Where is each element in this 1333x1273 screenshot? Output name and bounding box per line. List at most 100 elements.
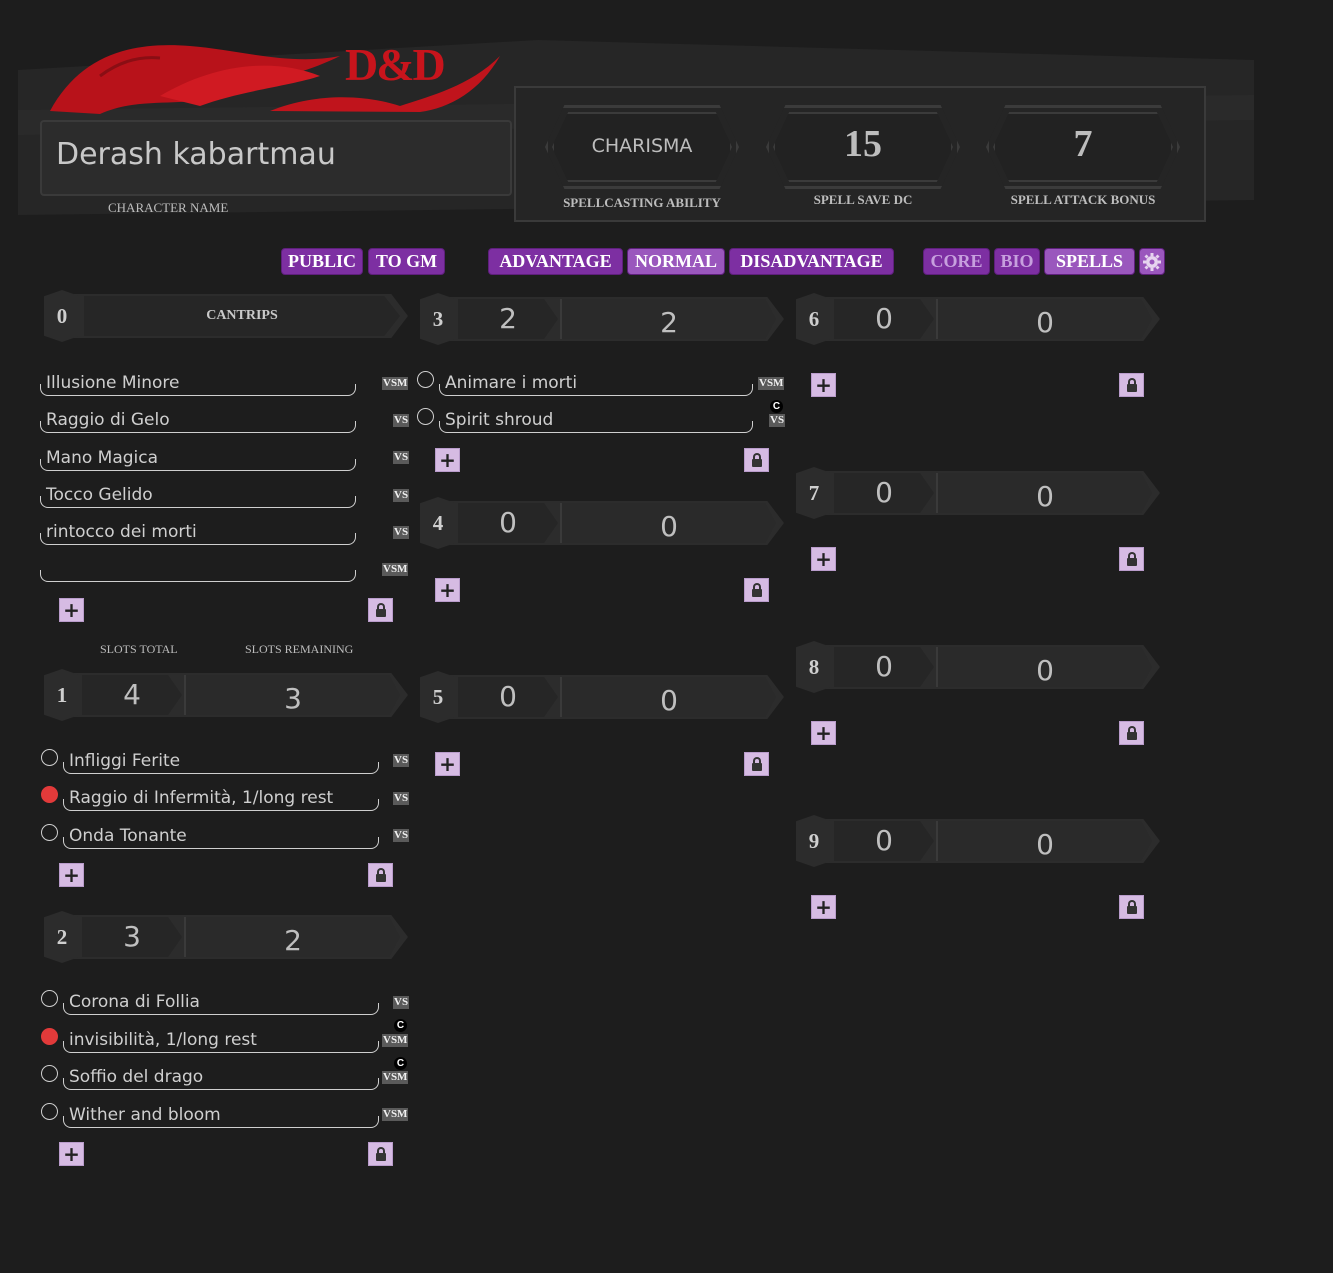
prepared-toggle[interactable]: [417, 371, 434, 388]
lock-icon[interactable]: [1119, 547, 1144, 571]
normal-button[interactable]: NORMAL: [627, 248, 725, 275]
concentration-badge: C: [394, 1019, 407, 1032]
cantrip-row[interactable]: rintocco dei morti: [40, 519, 356, 545]
spell-name[interactable]: Tocco Gelido: [46, 485, 153, 505]
to-gm-button[interactable]: TO GM: [368, 248, 445, 275]
add-spell-button[interactable]: +: [59, 863, 84, 887]
spell-name[interactable]: Corona di Follia: [69, 992, 200, 1012]
cantrip-row[interactable]: Raggio di Gelo: [40, 407, 356, 433]
spell-name[interactable]: Wither and bloom: [69, 1105, 221, 1125]
spell-name[interactable]: Infliggi Ferite: [69, 751, 180, 771]
add-spell-button[interactable]: +: [59, 1142, 84, 1166]
components-badge: VS: [393, 526, 410, 539]
spell-row[interactable]: Wither and bloom: [63, 1102, 379, 1128]
spell-name[interactable]: Raggio di Infermità, 1/long rest: [69, 788, 333, 808]
slots-total[interactable]: 0: [834, 647, 934, 687]
cantrips-level: 0: [44, 290, 80, 342]
add-spell-button[interactable]: +: [811, 721, 836, 745]
dnd-logo: D&D: [345, 39, 446, 90]
slots-remaining[interactable]: 0: [936, 647, 1152, 687]
cantrip-row[interactable]: [40, 556, 356, 582]
spell-name[interactable]: Mano Magica: [46, 448, 158, 468]
add-cantrip-button[interactable]: +: [59, 598, 84, 622]
lock-icon[interactable]: [744, 752, 769, 776]
slots-remaining[interactable]: 0: [936, 299, 1152, 339]
prepared-toggle[interactable]: [41, 1065, 58, 1082]
spell-row[interactable]: Onda Tonante: [63, 823, 379, 849]
spell-save-dc-label: SPELL SAVE DC: [813, 192, 913, 207]
components-badge: VS: [393, 996, 410, 1009]
add-spell-button[interactable]: +: [435, 578, 460, 602]
lock-icon[interactable]: [368, 598, 393, 622]
prepared-toggle[interactable]: [41, 824, 58, 841]
cantrips-title: CANTRIPS: [84, 296, 400, 336]
tab-bio[interactable]: BIO: [994, 248, 1040, 275]
spell-row[interactable]: Raggio di Infermità, 1/long rest: [63, 785, 379, 811]
add-spell-button[interactable]: +: [811, 895, 836, 919]
tab-spells[interactable]: SPELLS: [1044, 248, 1135, 275]
slots-remaining[interactable]: 2: [560, 299, 776, 339]
spell-row[interactable]: Soffio del drago: [63, 1064, 379, 1090]
prepared-toggle[interactable]: [41, 786, 58, 803]
spell-name[interactable]: invisibilità, 1/long rest: [69, 1030, 257, 1050]
spell-name[interactable]: Raggio di Gelo: [46, 410, 170, 430]
lock-icon[interactable]: [1119, 373, 1144, 397]
lock-icon[interactable]: [1119, 895, 1144, 919]
lock-icon[interactable]: [744, 448, 769, 472]
components-badge: VS: [393, 829, 410, 842]
slots-total[interactable]: 3: [82, 917, 182, 957]
slots-total[interactable]: 0: [834, 473, 934, 513]
gear-icon[interactable]: [1139, 248, 1165, 275]
spell-attack-bonus-value: 7: [1073, 123, 1093, 165]
slots-remaining[interactable]: 0: [936, 821, 1152, 861]
slots-remaining[interactable]: 0: [560, 503, 776, 543]
prepared-toggle[interactable]: [41, 990, 58, 1007]
spell-row[interactable]: Corona di Follia: [63, 989, 379, 1015]
spell-name[interactable]: Soffio del drago: [69, 1067, 203, 1087]
slots-remaining[interactable]: 0: [936, 473, 1152, 513]
character-name[interactable]: Derash kabartmau: [56, 137, 336, 172]
spell-row[interactable]: Infliggi Ferite: [63, 748, 379, 774]
spell-name[interactable]: Illusione Minore: [46, 373, 180, 393]
cantrip-row[interactable]: Illusione Minore: [40, 370, 356, 396]
spell-name[interactable]: Animare i morti: [445, 373, 577, 393]
spell-name[interactable]: rintocco dei morti: [46, 522, 197, 542]
slots-total[interactable]: 2: [458, 299, 558, 339]
slots-remaining[interactable]: 3: [184, 675, 400, 715]
components-badge: VSM: [382, 563, 409, 576]
lock-icon[interactable]: [368, 863, 393, 887]
slots-total[interactable]: 0: [834, 821, 934, 861]
slots-total[interactable]: 0: [458, 503, 558, 543]
add-spell-button[interactable]: +: [435, 448, 460, 472]
spell-row[interactable]: invisibilità, 1/long rest: [63, 1027, 379, 1053]
spell-name[interactable]: Spirit shroud: [445, 410, 553, 430]
components-badge: VSM: [382, 1034, 409, 1047]
prepared-toggle[interactable]: [41, 1103, 58, 1120]
prepared-toggle[interactable]: [41, 1028, 58, 1045]
spell-name[interactable]: Onda Tonante: [69, 826, 187, 846]
add-spell-button[interactable]: +: [811, 547, 836, 571]
tab-core[interactable]: CORE: [923, 248, 990, 275]
disadvantage-button[interactable]: DISADVANTAGE: [729, 248, 894, 275]
spell-row[interactable]: Animare i morti: [439, 370, 753, 396]
advantage-button[interactable]: ADVANTAGE: [488, 248, 623, 275]
level-2-header: 2 3 2: [44, 911, 408, 963]
dragon-splash: [50, 45, 500, 114]
cantrip-row[interactable]: Tocco Gelido: [40, 482, 356, 508]
lock-icon[interactable]: [368, 1142, 393, 1166]
spell-row[interactable]: Spirit shroud: [439, 407, 753, 433]
prepared-toggle[interactable]: [417, 408, 434, 425]
add-spell-button[interactable]: +: [811, 373, 836, 397]
prepared-toggle[interactable]: [41, 749, 58, 766]
slots-total[interactable]: 0: [834, 299, 934, 339]
slots-total[interactable]: 0: [458, 677, 558, 717]
slots-remaining[interactable]: 0: [560, 677, 776, 717]
lock-icon[interactable]: [1119, 721, 1144, 745]
components-badge: VS: [393, 792, 410, 805]
lock-icon[interactable]: [744, 578, 769, 602]
public-button[interactable]: PUBLIC: [281, 248, 363, 275]
slots-remaining[interactable]: 2: [184, 917, 400, 957]
add-spell-button[interactable]: +: [435, 752, 460, 776]
cantrip-row[interactable]: Mano Magica: [40, 445, 356, 471]
slots-total[interactable]: 4: [82, 675, 182, 715]
